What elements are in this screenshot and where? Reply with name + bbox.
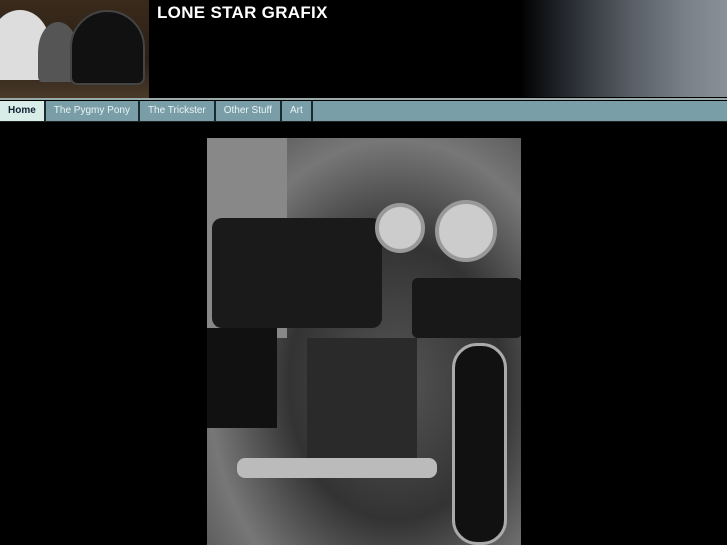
nav-other-stuff[interactable]: Other Stuff [216, 101, 282, 121]
nav-pygmy-pony[interactable]: The Pygmy Pony [46, 101, 140, 121]
divider [0, 98, 727, 100]
nav-bar: Home The Pygmy Pony The Trickster Other … [0, 101, 727, 122]
site-title: LONE STAR GRAFIX [157, 3, 328, 22]
motorcycle-photo [207, 138, 521, 545]
header-gradient [520, 0, 727, 97]
nav-home[interactable]: Home [0, 101, 46, 121]
nav-trickster[interactable]: The Trickster [140, 101, 216, 121]
header: LONE STAR GRAFIX [0, 0, 727, 99]
nav-art[interactable]: Art [282, 101, 313, 121]
helmets-photo [0, 0, 149, 99]
